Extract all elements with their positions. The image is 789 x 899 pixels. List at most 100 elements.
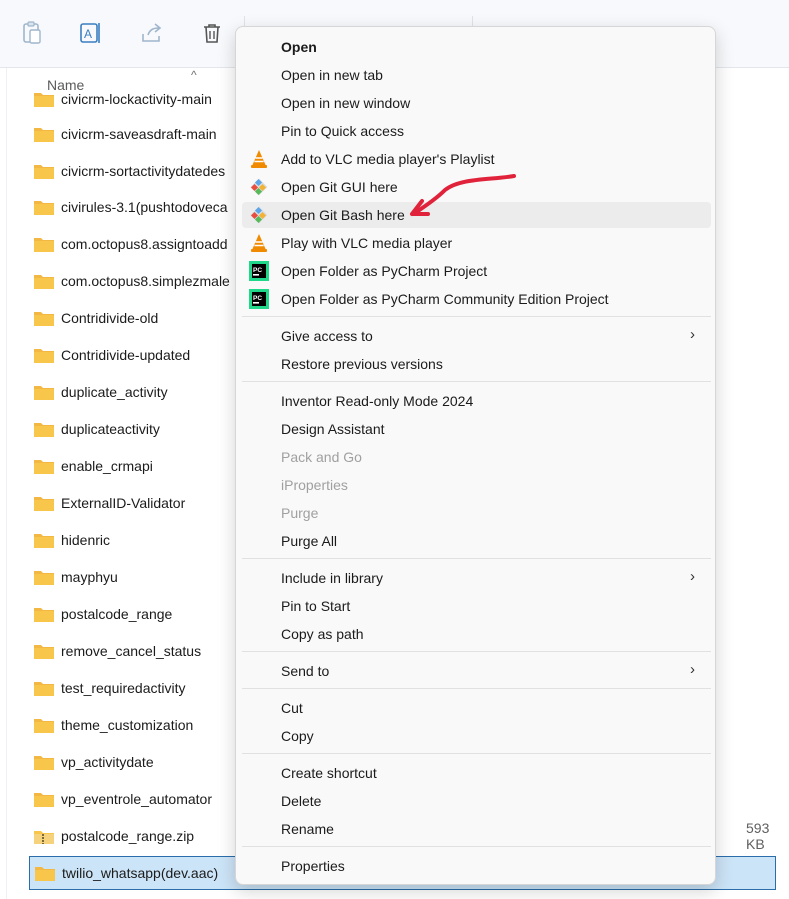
file-name: test_requiredactivity [61,680,186,696]
menu-item-label: Design Assistant [281,421,385,437]
menu-item-label: Open Git Bash here [281,207,405,223]
menu-item-label: Copy [281,728,314,744]
vlc-icon [249,149,269,169]
menu-item-purge-all[interactable]: Purge All [242,528,711,554]
folder-icon [34,274,54,289]
folder-icon [35,866,55,881]
menu-item-label: Open Git GUI here [281,179,398,195]
file-name: civicrm-sortactivitydatedes [61,163,226,179]
menu-item-open-git-gui-here[interactable]: Open Git GUI here [242,174,711,200]
rename-icon[interactable]: A [76,18,106,48]
chevron-right-icon: › [690,661,695,678]
sort-ascending-icon: ^ [191,68,197,82]
menu-item-label: Delete [281,793,322,809]
menu-separator [242,316,711,317]
menu-item-label: Play with VLC media player [281,235,453,251]
vlc-icon [249,233,269,253]
menu-item-add-to-vlc-media-player-s-playlist[interactable]: Add to VLC media player's Playlist [242,146,711,172]
share-icon[interactable] [137,18,167,48]
menu-item-pin-to-start[interactable]: Pin to Start [242,593,711,619]
menu-separator [242,381,711,382]
menu-item-label: Include in library [281,570,383,586]
menu-item-label: Purge All [281,533,338,549]
menu-item-label: Purge [281,505,319,521]
menu-item-cut[interactable]: Cut [242,695,711,721]
file-name: remove_cancel_status [61,643,202,659]
menu-item-create-shortcut[interactable]: Create shortcut [242,760,711,786]
folder-icon [34,496,54,511]
menu-item-design-assistant[interactable]: Design Assistant [242,416,711,442]
paste-icon[interactable] [17,18,47,48]
menu-item-label: Copy as path [281,626,364,642]
file-name: ExternalID-Validator [61,495,186,511]
menu-item-label: Open in new window [281,95,411,111]
menu-item-label: Cut [281,700,303,716]
menu-item-send-to[interactable]: Send to › [242,658,711,684]
folder-icon [34,127,54,142]
menu-item-open-folder-as-pycharm-project[interactable]: PC Open Folder as PyCharm Project [242,258,711,284]
menu-item-copy[interactable]: Copy [242,723,711,749]
file-name: Contridivide-updated [61,347,191,363]
folder-icon [34,200,54,215]
file-name: theme_customization [61,717,194,733]
menu-item-pin-to-quick-access[interactable]: Pin to Quick access [242,118,711,144]
folder-icon [34,422,54,437]
menu-separator [242,846,711,847]
menu-item-label: Pack and Go [281,449,362,465]
menu-item-rename[interactable]: Rename [242,816,711,842]
menu-item-label: Send to [281,663,330,679]
folder-icon [34,570,54,585]
menu-item-play-with-vlc-media-player[interactable]: Play with VLC media player [242,230,711,256]
menu-item-label: Create shortcut [281,765,377,781]
pycharm-icon: PC [249,289,269,309]
menu-item-give-access-to[interactable]: Give access to › [242,323,711,349]
menu-item-open-in-new-tab[interactable]: Open in new tab [242,62,711,88]
file-name: postalcode_range.zip [61,828,195,844]
menu-item-label: Open Folder as PyCharm Project [281,263,488,279]
menu-item-inventor-read-only-mode-2024[interactable]: Inventor Read-only Mode 2024 [242,388,711,414]
folder-icon [34,164,54,179]
chevron-right-icon: › [690,326,695,343]
pycharm-icon: PC [249,261,269,281]
file-name: Contridivide-old [61,310,159,326]
menu-item-label: Open in new tab [281,67,383,83]
file-name: com.octopus8.simplezmale [61,273,230,289]
zip-folder-icon [34,829,54,844]
git-icon [249,205,269,225]
file-size: 593 KB [746,820,770,852]
column-name-header[interactable]: Name [47,77,84,93]
file-name: com.octopus8.assigntoadd [61,236,228,252]
folder-icon [34,681,54,696]
file-name: civirules-3.1(pushtodoveca [61,199,228,215]
menu-item-restore-previous-versions[interactable]: Restore previous versions [242,351,711,377]
menu-item-open-git-bash-here[interactable]: Open Git Bash here [242,202,711,228]
menu-item-properties[interactable]: Properties [242,853,711,879]
folder-icon [34,459,54,474]
menu-item-purge[interactable]: Purge [242,500,711,526]
menu-item-iproperties[interactable]: iProperties [242,472,711,498]
folder-icon [34,792,54,807]
git-icon [249,177,269,197]
file-name: twilio_whatsapp(dev.aac) [62,865,219,881]
file-name: mayphyu [61,569,118,585]
menu-item-open[interactable]: Open [242,34,711,60]
file-name: enable_crmapi [61,458,153,474]
menu-item-label: Rename [281,821,334,837]
folder-icon [34,533,54,548]
menu-item-open-folder-as-pycharm-community-edition-project[interactable]: PC Open Folder as PyCharm Community Editi… [242,286,711,312]
menu-item-label: Pin to Start [281,598,351,614]
menu-item-label: Restore previous versions [281,356,443,372]
menu-item-pack-and-go[interactable]: Pack and Go [242,444,711,470]
folder-icon [34,348,54,363]
menu-item-label: Inventor Read-only Mode 2024 [281,393,474,409]
folder-icon [34,755,54,770]
menu-item-delete[interactable]: Delete [242,788,711,814]
menu-item-include-in-library[interactable]: Include in library › [242,565,711,591]
folder-icon [34,607,54,622]
context-menu: Open Open in new tab Open in new window Pin… [235,26,716,885]
menu-item-copy-as-path[interactable]: Copy as path [242,621,711,647]
delete-icon[interactable] [197,18,227,48]
menu-item-open-in-new-window[interactable]: Open in new window [242,90,711,116]
folder-icon [34,237,54,252]
menu-separator [242,558,711,559]
